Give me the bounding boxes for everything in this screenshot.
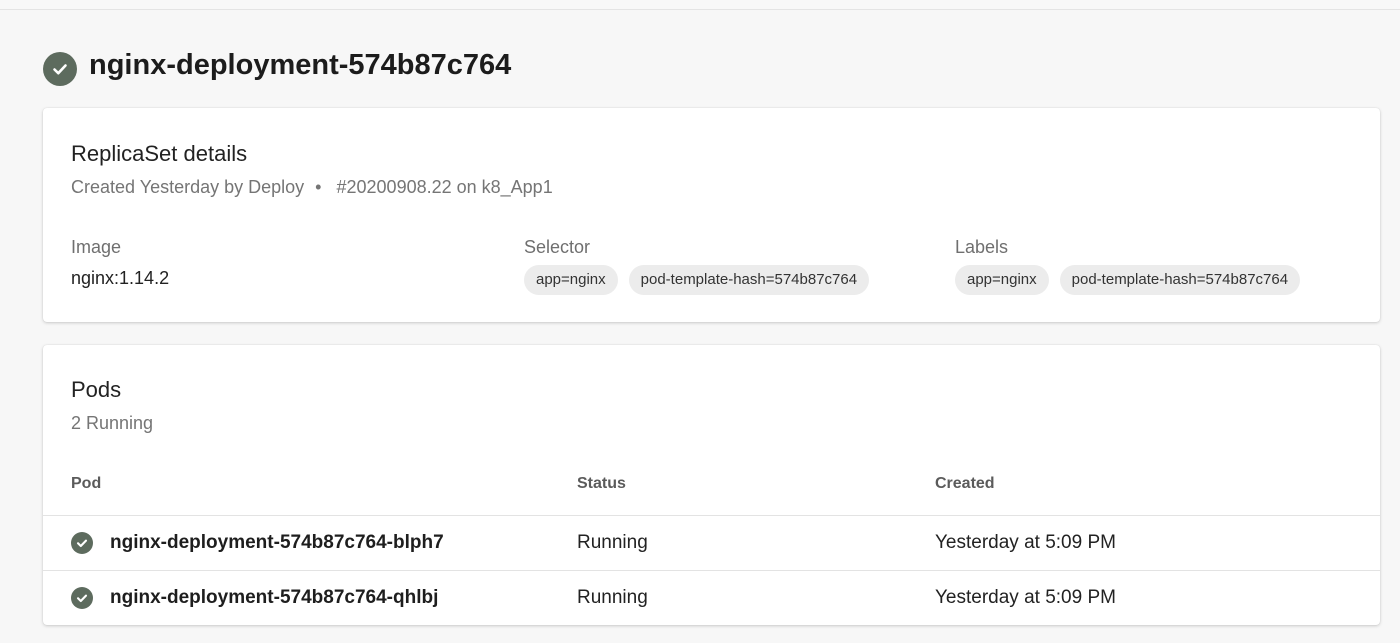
- card-subtitle: Created Yesterday by Deploy • #20200908.…: [71, 177, 553, 198]
- page-header: nginx-deployment-574b87c764: [43, 45, 512, 86]
- pod-cell: nginx-deployment-574b87c764-qhlbj: [71, 571, 438, 625]
- pod-created: Yesterday at 5:09 PM: [935, 587, 1116, 608]
- table-row[interactable]: nginx-deployment-574b87c764-qhlbj Runnin…: [43, 570, 1380, 624]
- selector-chip: pod-template-hash=574b87c764: [628, 265, 870, 295]
- labels-label: Labels: [955, 237, 1009, 257]
- column-header-pod[interactable]: Pod: [71, 475, 101, 493]
- column-header-created[interactable]: Created: [935, 475, 995, 493]
- pod-cell: nginx-deployment-574b87c764-blph7: [71, 516, 444, 570]
- table-row[interactable]: nginx-deployment-574b87c764-blph7 Runnin…: [43, 515, 1380, 569]
- created-by-text: Created Yesterday by Deploy: [71, 177, 305, 197]
- top-bar: [0, 0, 1400, 10]
- image-label: Image: [71, 237, 122, 257]
- check-circle-icon: [71, 587, 93, 609]
- card-title: Pods: [71, 377, 122, 402]
- pod-created: Yesterday at 5:09 PM: [935, 532, 1116, 553]
- labels-chips: app=nginx pod-template-hash=574b87c764: [955, 265, 1301, 295]
- selector-chip: app=nginx: [524, 265, 618, 295]
- label-chip: pod-template-hash=574b87c764: [1059, 265, 1301, 295]
- pod-status: Running: [577, 532, 648, 553]
- selector-label: Selector: [524, 237, 591, 257]
- selector-chips: app=nginx pod-template-hash=574b87c764: [524, 265, 870, 295]
- column-header-status[interactable]: Status: [577, 475, 626, 493]
- check-circle-icon: [43, 52, 77, 86]
- page-title: nginx-deployment-574b87c764: [89, 48, 512, 81]
- card-title: ReplicaSet details: [71, 141, 248, 166]
- check-circle-icon: [71, 532, 93, 554]
- pods-card: Pods 2 Running Pod Status Created nginx-…: [43, 345, 1380, 625]
- run-link[interactable]: #20200908.22 on k8_App1: [337, 177, 553, 197]
- label-chip: app=nginx: [955, 265, 1049, 295]
- separator-dot: •: [315, 177, 322, 197]
- image-value: nginx:1.14.2: [71, 268, 170, 288]
- pod-status: Running: [577, 587, 648, 608]
- card-subtitle: 2 Running: [71, 413, 154, 433]
- pod-name[interactable]: nginx-deployment-574b87c764-qhlbj: [110, 587, 438, 609]
- replicaset-details-card: ReplicaSet details Created Yesterday by …: [43, 108, 1380, 322]
- pod-name[interactable]: nginx-deployment-574b87c764-blph7: [110, 532, 444, 554]
